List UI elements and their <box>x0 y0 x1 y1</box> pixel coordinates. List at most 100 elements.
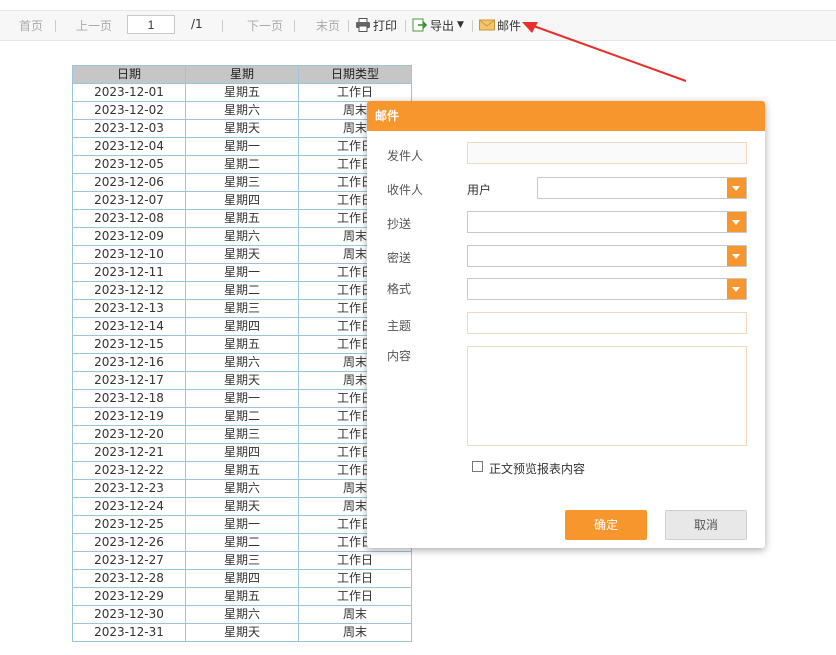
export-icon <box>412 18 428 32</box>
table-row: 2023-12-22 星期五 工作日 <box>72 461 412 480</box>
page-number-input[interactable] <box>127 15 175 34</box>
mail-dialog: 邮件 发件人 收件人 用户 抄送 密送 格式 主题 内容 正文预览报表内容 确定… <box>367 101 765 548</box>
table-cell: 星期四 <box>185 191 299 210</box>
bcc-select[interactable] <box>467 245 747 267</box>
preview-checkbox-label: 正文预览报表内容 <box>489 462 586 476</box>
table-row: 2023-12-12 星期二 工作日 <box>72 281 412 300</box>
table-cell: 2023-12-02 <box>72 101 186 120</box>
content-textarea[interactable] <box>467 346 747 446</box>
table-cell: 星期二 <box>185 407 299 426</box>
table-cell: 星期一 <box>185 389 299 408</box>
cancel-button[interactable]: 取消 <box>665 510 747 540</box>
table-row: 2023-12-14 星期四 工作日 <box>72 317 412 336</box>
cc-select[interactable] <box>467 211 747 233</box>
subject-label: 主题 <box>387 319 412 333</box>
table-cell: 2023-12-23 <box>72 479 186 498</box>
table-cell: 周末 <box>298 623 412 642</box>
table-row: 2023-12-18 星期一 工作日 <box>72 389 412 408</box>
table-cell: 2023-12-01 <box>72 83 186 102</box>
sender-field <box>467 142 747 164</box>
table-cell: 2023-12-24 <box>72 497 186 516</box>
table-cell: 星期五 <box>185 335 299 354</box>
report-toolbar: 首页 上一页 /1 下一页 末页 打印 导出 ▼ <box>0 10 836 41</box>
table-cell: 2023-12-15 <box>72 335 186 354</box>
table-row: 2023-12-16 星期六 周末 <box>72 353 412 372</box>
table-row: 2023-12-30 星期六 周末 <box>72 605 412 624</box>
format-select[interactable] <box>467 278 747 300</box>
table-row: 2023-12-05 星期二 工作日 <box>72 155 412 174</box>
mail-label: 邮件 <box>497 19 522 33</box>
table-cell: 星期四 <box>185 443 299 462</box>
format-label: 格式 <box>387 282 412 296</box>
print-label: 打印 <box>373 19 398 33</box>
table-cell: 星期五 <box>185 83 299 102</box>
table-cell: 2023-12-28 <box>72 569 186 588</box>
table-cell: 星期五 <box>185 587 299 606</box>
chevron-down-icon[interactable] <box>727 246 746 266</box>
table-row: 2023-12-31 星期天 周末 <box>72 623 412 642</box>
table-cell: 星期三 <box>185 425 299 444</box>
table-row: 2023-12-20 星期三 工作日 <box>72 425 412 444</box>
envelope-icon <box>479 18 495 32</box>
subject-input[interactable] <box>467 312 747 334</box>
printer-icon <box>355 18 371 32</box>
table-cell: 2023-12-19 <box>72 407 186 426</box>
table-cell: 2023-12-07 <box>72 191 186 210</box>
table-cell: 星期天 <box>185 371 299 390</box>
table-cell: 星期六 <box>185 605 299 624</box>
table-cell: 星期一 <box>185 515 299 534</box>
chevron-down-icon[interactable] <box>727 279 746 299</box>
table-cell: 星期天 <box>185 623 299 642</box>
table-cell: 2023-12-18 <box>72 389 186 408</box>
prev-page-button[interactable]: 上一页 <box>76 17 112 34</box>
table-cell: 星期五 <box>185 209 299 228</box>
chevron-down-icon[interactable] <box>727 178 746 198</box>
table-row: 2023-12-09 星期六 周末 <box>72 227 412 246</box>
table-cell: 工作日 <box>298 587 412 606</box>
preview-checkbox[interactable] <box>472 461 483 472</box>
table-cell: 星期天 <box>185 119 299 138</box>
table-cell: 2023-12-14 <box>72 317 186 336</box>
table-row: 2023-12-26 星期二 工作日 <box>72 533 412 552</box>
table-header-row: 日期 星期 日期类型 <box>72 65 412 84</box>
table-cell: 星期二 <box>185 533 299 552</box>
table-row: 2023-12-02 星期六 周末 <box>72 101 412 120</box>
table-cell: 2023-12-12 <box>72 281 186 300</box>
ok-button[interactable]: 确定 <box>565 510 647 540</box>
last-page-button[interactable]: 末页 <box>316 17 340 34</box>
report-table: 日期 星期 日期类型 2023-12-01 星期五 工作日 2023-12-02 星期六… <box>72 65 412 642</box>
recipient-label: 收件人 <box>387 183 424 197</box>
table-row: 2023-12-13 星期三 工作日 <box>72 299 412 318</box>
table-row: 2023-12-11 星期一 工作日 <box>72 263 412 282</box>
table-cell: 星期二 <box>185 281 299 300</box>
table-row: 2023-12-25 星期一 工作日 <box>72 515 412 534</box>
table-row: 2023-12-21 星期四 工作日 <box>72 443 412 462</box>
content-label: 内容 <box>387 349 412 363</box>
separator <box>294 20 295 32</box>
column-header: 日期 <box>72 65 186 84</box>
column-header: 日期类型 <box>298 65 412 84</box>
table-row: 2023-12-10 星期天 周末 <box>72 245 412 264</box>
table-cell: 星期六 <box>185 353 299 372</box>
table-cell: 工作日 <box>298 551 412 570</box>
table-cell: 2023-12-16 <box>72 353 186 372</box>
recipient-select[interactable] <box>537 177 747 199</box>
table-cell: 2023-12-20 <box>72 425 186 444</box>
table-cell: 2023-12-10 <box>72 245 186 264</box>
table-cell: 2023-12-03 <box>72 119 186 138</box>
first-page-button[interactable]: 首页 <box>19 17 43 34</box>
next-page-button[interactable]: 下一页 <box>247 17 283 34</box>
table-cell: 星期六 <box>185 227 299 246</box>
cc-label: 抄送 <box>387 217 412 231</box>
table-cell: 2023-12-27 <box>72 551 186 570</box>
table-cell: 2023-12-26 <box>72 533 186 552</box>
table-cell: 2023-12-17 <box>72 371 186 390</box>
table-row: 2023-12-15 星期五 工作日 <box>72 335 412 354</box>
table-cell: 星期四 <box>185 317 299 336</box>
table-cell: 星期天 <box>185 245 299 264</box>
chevron-down-icon[interactable] <box>727 212 746 232</box>
table-row: 2023-12-01 星期五 工作日 <box>72 83 412 102</box>
table-body: 2023-12-01 星期五 工作日 2023-12-02 星期六 周末 2023-12-0… <box>72 83 412 642</box>
table-cell: 2023-12-05 <box>72 155 186 174</box>
table-row: 2023-12-17 星期天 周末 <box>72 371 412 390</box>
